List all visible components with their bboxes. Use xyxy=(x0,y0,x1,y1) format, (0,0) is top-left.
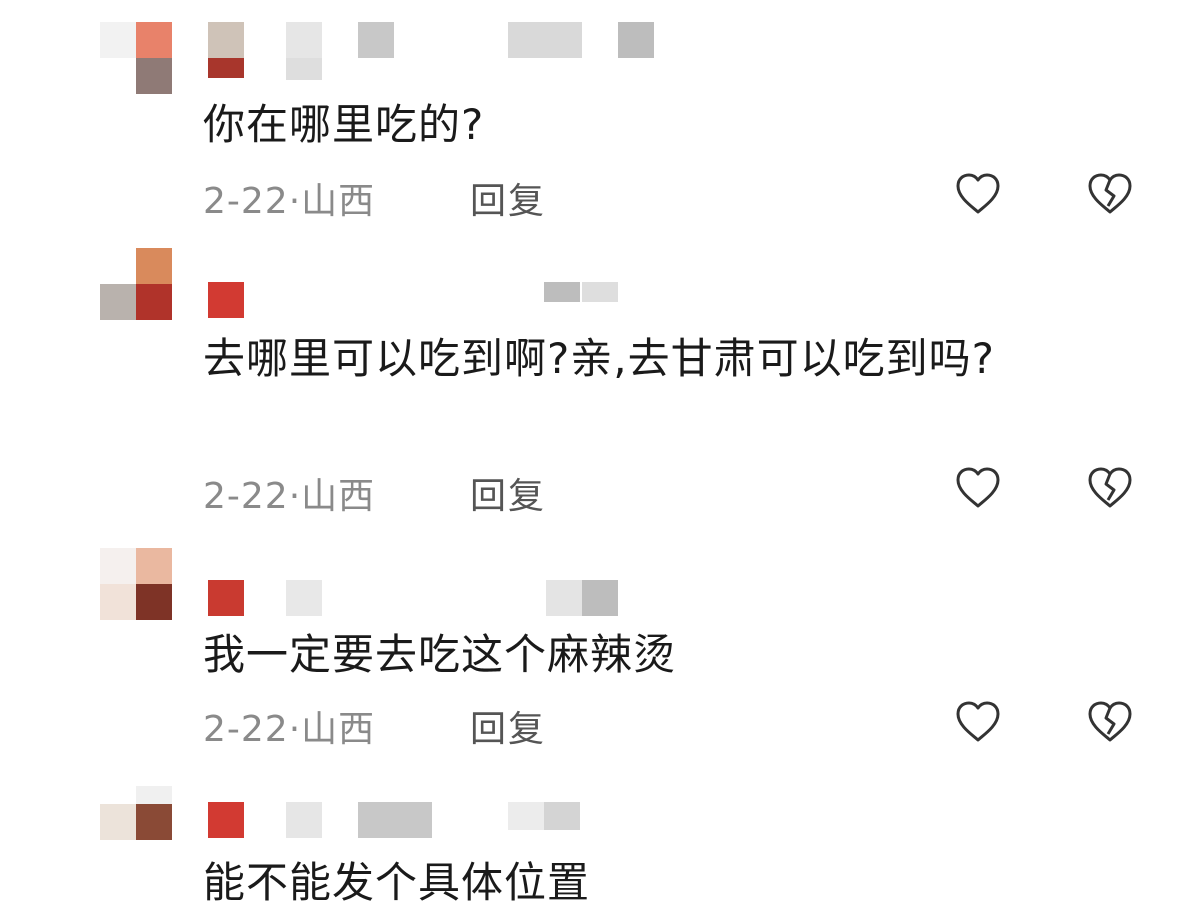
comment-location: 山西 xyxy=(301,181,376,222)
meta-separator: · xyxy=(288,181,302,222)
comment-location: 山西 xyxy=(301,709,376,750)
reply-button[interactable]: 回复 xyxy=(470,172,546,224)
username-mosaic[interactable] xyxy=(208,802,658,842)
username-mosaic[interactable] xyxy=(208,282,658,322)
heart-icon[interactable] xyxy=(952,168,1004,220)
comment-list: 你在哪里吃的? 2-22·山西 回复 去哪里可以吃到啊?亲,去甘肃可以吃到吗? … xyxy=(0,0,1186,903)
avatar[interactable] xyxy=(100,248,172,320)
meta-separator: · xyxy=(288,709,302,750)
comment-text: 去哪里可以吃到啊?亲,去甘肃可以吃到吗? xyxy=(203,334,995,383)
meta-separator: · xyxy=(288,476,302,517)
username-mosaic[interactable] xyxy=(208,580,658,620)
broken-heart-icon[interactable] xyxy=(1084,168,1136,220)
broken-heart-icon[interactable] xyxy=(1084,696,1136,748)
comment-date: 2-22 xyxy=(203,709,289,750)
comment-date: 2-22 xyxy=(203,476,289,517)
comment-meta: 2-22·山西 xyxy=(203,172,375,224)
comment-date: 2-22 xyxy=(203,181,289,222)
avatar[interactable] xyxy=(100,22,172,94)
comment-text: 能不能发个具体位置 xyxy=(203,858,591,903)
heart-icon[interactable] xyxy=(952,462,1004,514)
comment-text: 你在哪里吃的? xyxy=(203,100,485,149)
comment-location: 山西 xyxy=(301,476,376,517)
heart-icon[interactable] xyxy=(952,696,1004,748)
reply-button[interactable]: 回复 xyxy=(470,700,546,752)
avatar[interactable] xyxy=(100,548,172,620)
comment-meta: 2-22·山西 xyxy=(203,467,375,519)
comment-meta: 2-22·山西 xyxy=(203,700,375,752)
avatar[interactable] xyxy=(100,786,172,858)
reply-button[interactable]: 回复 xyxy=(470,467,546,519)
username-mosaic[interactable] xyxy=(208,22,658,80)
comment-text: 我一定要去吃这个麻辣烫 xyxy=(203,630,677,679)
broken-heart-icon[interactable] xyxy=(1084,462,1136,514)
